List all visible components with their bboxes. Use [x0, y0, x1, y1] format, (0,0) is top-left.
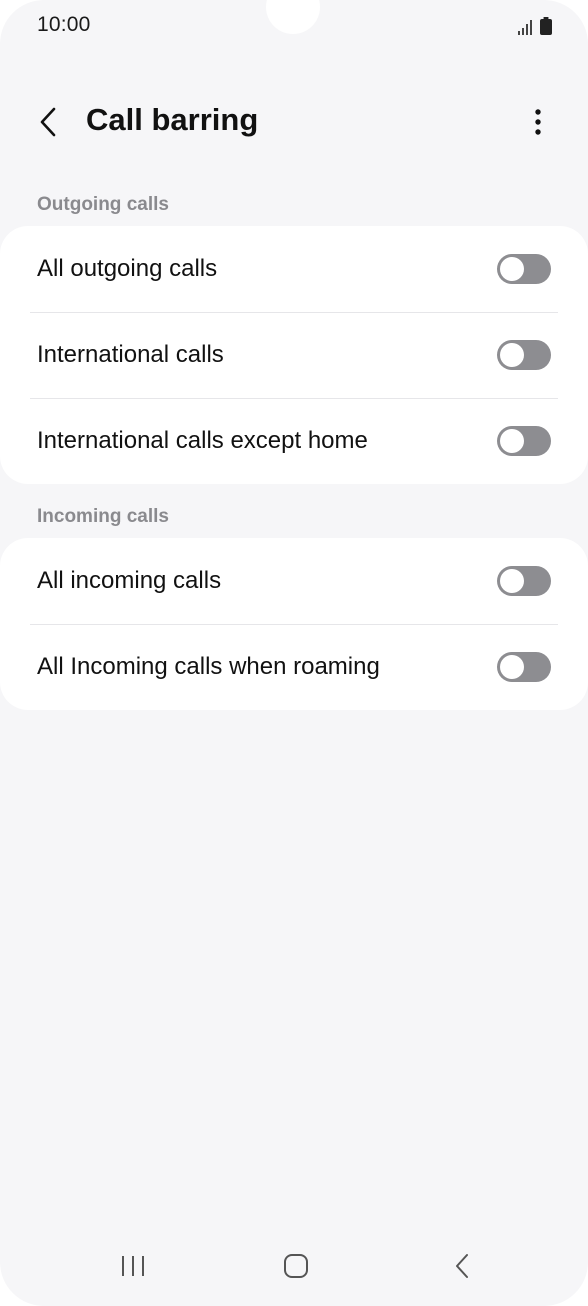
toggle-switch[interactable] [497, 426, 551, 456]
back-button[interactable] [26, 100, 70, 144]
list-item-all-outgoing-calls[interactable]: All outgoing calls [0, 226, 588, 312]
section-header-outgoing: Outgoing calls [37, 194, 169, 215]
toggle-knob [500, 569, 524, 593]
phone-screen: 10:00 Call barring Outgoing calls All ou… [0, 0, 588, 1306]
status-icons [518, 15, 552, 35]
back-icon [456, 1254, 468, 1278]
battery-icon [540, 17, 552, 35]
more-options-button[interactable] [516, 100, 560, 144]
page-title: Call barring [86, 102, 259, 137]
list-item-label: All incoming calls [37, 567, 222, 594]
home-button[interactable] [266, 1248, 326, 1284]
app-bar: Call barring [0, 88, 588, 158]
more-vertical-icon [535, 109, 541, 135]
navigation-bar [0, 1236, 588, 1306]
toggle-switch[interactable] [497, 652, 551, 682]
signal-icon [518, 20, 532, 35]
list-item-incoming-when-roaming[interactable]: All Incoming calls when roaming [0, 624, 588, 710]
nav-back-button[interactable] [432, 1248, 492, 1284]
toggle-knob [500, 343, 524, 367]
list-item-international-calls[interactable]: International calls [0, 312, 588, 398]
list-item-label: All Incoming calls when roaming [37, 653, 380, 680]
status-bar: 10:00 [0, 0, 588, 52]
section-header-incoming: Incoming calls [37, 506, 169, 527]
toggle-knob [500, 257, 524, 281]
chevron-left-icon [40, 107, 56, 137]
recents-icon [122, 1256, 144, 1276]
list-item-label: All outgoing calls [37, 255, 218, 282]
list-item-international-except-home[interactable]: International calls except home [0, 398, 588, 484]
toggle-knob [500, 655, 524, 679]
outgoing-calls-card: All outgoing calls International calls I… [0, 226, 588, 484]
recents-button[interactable] [103, 1248, 163, 1284]
incoming-calls-card: All incoming calls All Incoming calls wh… [0, 538, 588, 710]
status-time: 10:00 [37, 13, 91, 36]
toggle-switch[interactable] [497, 340, 551, 370]
list-item-all-incoming-calls[interactable]: All incoming calls [0, 538, 588, 624]
home-icon [284, 1254, 308, 1278]
list-item-label: International calls except home [37, 427, 368, 454]
toggle-knob [500, 429, 524, 453]
list-item-label: International calls [37, 341, 224, 368]
toggle-switch[interactable] [497, 254, 551, 284]
toggle-switch[interactable] [497, 566, 551, 596]
